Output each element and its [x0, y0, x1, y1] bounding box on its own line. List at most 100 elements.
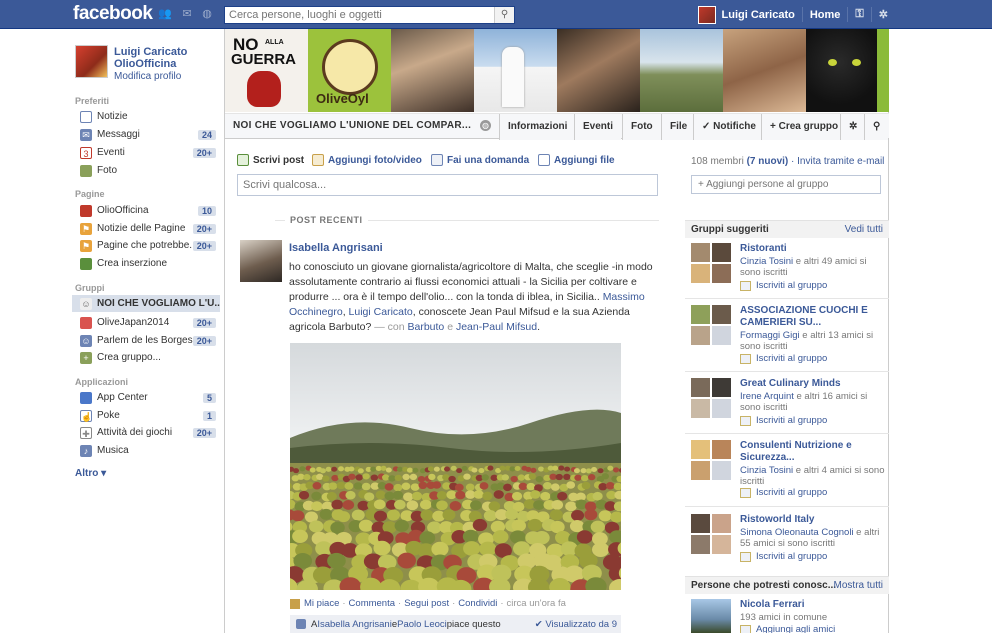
group-member-thumbs[interactable]: [691, 305, 731, 345]
suggested-group-name[interactable]: Ristoworld Italy: [740, 514, 885, 526]
group-search-icon[interactable]: ⚲: [864, 114, 889, 140]
cover-photo-oliveoyl[interactable]: OliveOyl: [308, 29, 391, 112]
suggested-group-name[interactable]: Consulenti Nutrizione e Sicurezza...: [740, 440, 885, 464]
search-icon[interactable]: ⚲: [494, 7, 514, 23]
user-avatar[interactable]: [697, 5, 716, 24]
notifications-globe-icon[interactable]: ◍: [200, 8, 214, 21]
sidebar-item-olioofficina[interactable]: OlioOfficina 10: [72, 202, 220, 219]
friend-link[interactable]: Cinzia Tosini: [740, 256, 793, 267]
cover-photo-no-war[interactable]: NO ALLA GUERRA: [225, 29, 308, 112]
sidebar-item-create-ad[interactable]: Crea inserzione: [72, 255, 220, 272]
create-group-button[interactable]: + Crea gruppo: [761, 114, 847, 140]
group-member-thumbs[interactable]: [691, 440, 731, 480]
like-link[interactable]: Mi piace: [304, 598, 339, 609]
liker-link[interactable]: Paolo Leoci: [397, 619, 447, 630]
invite-email-link[interactable]: · Invita tramite e-mail: [791, 156, 884, 167]
share-link[interactable]: Condividi: [458, 598, 497, 609]
members-count[interactable]: 108 membri: [691, 156, 744, 167]
cover-photo-olive-tree[interactable]: [640, 29, 723, 112]
sidebar-item-messages[interactable]: ✉ Messaggi 24: [72, 126, 220, 143]
profile-picture[interactable]: [75, 45, 108, 78]
sidebar-item-page-news[interactable]: ⚑ Notizie delle Pagine 20+: [72, 220, 220, 237]
cover-photo-woman-portrait[interactable]: [723, 29, 806, 112]
more-link[interactable]: Altro ▾: [75, 468, 106, 479]
tab-file[interactable]: File: [661, 114, 696, 140]
add-people-input[interactable]: [691, 175, 881, 194]
sidebar-item-photos[interactable]: Foto: [72, 162, 220, 179]
person-name[interactable]: Nicola Ferrari: [740, 599, 885, 611]
sidebar-item-music[interactable]: ♪ Musica: [72, 442, 220, 459]
sidebar-item-create-group[interactable]: + Crea gruppo...: [72, 349, 220, 366]
composer-input[interactable]: [237, 174, 658, 196]
comment-link[interactable]: Commenta: [349, 598, 395, 609]
join-group-button[interactable]: Iscriviti al gruppo: [740, 551, 827, 562]
friend-link[interactable]: Cinzia Tosini: [740, 465, 793, 476]
post-photo-olives[interactable]: [290, 343, 621, 590]
sidebar-item-current-group[interactable]: ☺ NOI CHE VOGLIAMO L'U...: [72, 295, 220, 312]
sidebar-item-parlem[interactable]: ☺ Parlem de les Borges... 20+: [72, 332, 220, 349]
group-member-thumbs[interactable]: [691, 378, 731, 418]
sidebar-item-poke[interactable]: ☝ Poke 1: [72, 407, 220, 424]
post-author-name[interactable]: Isabella Angrisani: [289, 242, 383, 254]
profile-name[interactable]: Luigi Caricato OlioOfficina: [114, 46, 224, 70]
see-all-groups-link[interactable]: Vedi tutti: [845, 224, 883, 235]
tab-informazioni[interactable]: Informazioni: [499, 114, 576, 140]
tab-eventi[interactable]: Eventi: [574, 114, 622, 140]
with-person-link[interactable]: Barbuto: [408, 321, 445, 333]
follow-post-link[interactable]: Segui post: [404, 598, 449, 609]
see-all-people-link[interactable]: Mostra tutti: [834, 580, 883, 591]
group-member-thumbs[interactable]: [691, 243, 731, 283]
group-settings-gear-icon[interactable]: ✲: [840, 114, 866, 140]
post-timestamp[interactable]: circa un'ora fa: [507, 598, 566, 609]
privacy-globe-icon[interactable]: ◍: [480, 120, 491, 131]
edit-profile-link[interactable]: Modifica profilo: [114, 71, 181, 82]
group-title[interactable]: NOI CHE VOGLIAMO L'UNIONE DEL COMPAR...: [233, 120, 471, 131]
join-group-button[interactable]: Iscriviti al gruppo: [740, 353, 827, 364]
with-person-link[interactable]: Jean-Paul Mifsud: [456, 321, 537, 333]
user-name-link[interactable]: Luigi Caricato: [722, 9, 795, 21]
join-group-button[interactable]: Iscriviti al gruppo: [740, 487, 827, 498]
facebook-logo[interactable]: facebook: [73, 3, 153, 25]
profile-name-line1[interactable]: Luigi Caricato: [114, 46, 224, 58]
cover-photo-woman-smile[interactable]: [557, 29, 640, 112]
post-author-avatar[interactable]: [240, 240, 282, 282]
sidebar-item-news[interactable]: Notizie: [72, 108, 220, 125]
notifications-button[interactable]: ✓ Notifiche: [693, 114, 764, 140]
friend-requests-icon[interactable]: 👥: [158, 8, 172, 21]
home-link[interactable]: Home: [810, 9, 841, 21]
cover-photo-chef[interactable]: [474, 29, 557, 112]
friend-link[interactable]: Irene Arquint: [740, 391, 794, 402]
suggested-group-name[interactable]: ASSOCIAZIONE CUOCHI E CAMERIERI SU...: [740, 305, 885, 329]
sidebar-item-events[interactable]: 3 Eventi 20+: [72, 144, 220, 161]
join-group-button[interactable]: Iscriviti al gruppo: [740, 415, 827, 426]
privacy-shortcuts-icon[interactable]: ⚿: [855, 8, 863, 21]
write-post-tab[interactable]: Scrivi post: [237, 154, 304, 166]
suggested-group-name[interactable]: Great Culinary Minds: [740, 378, 885, 390]
sidebar-item-app-center[interactable]: App Center 5: [72, 389, 220, 406]
add-friend-button[interactable]: Aggiungi agli amici: [740, 624, 835, 633]
cover-photo-woman-glasses[interactable]: [391, 29, 474, 112]
join-group-button[interactable]: Iscriviti al gruppo: [740, 280, 827, 291]
friend-link[interactable]: Formaggi Gigi: [740, 330, 800, 341]
add-file-tab[interactable]: Aggiungi file: [538, 154, 615, 166]
tab-foto[interactable]: Foto: [622, 114, 661, 140]
liker-link[interactable]: Isabella Angrisani: [317, 619, 391, 630]
seen-by-link[interactable]: ✔ Visualizzato da 9: [535, 619, 617, 630]
sidebar-item-olivejapan[interactable]: OliveJapan2014 20+: [72, 314, 220, 331]
search-input[interactable]: [225, 7, 495, 23]
new-members-link[interactable]: (7 nuovi): [747, 156, 789, 167]
sidebar-item-suggested-pages[interactable]: ⚑ Pagine che potrebbe... 20+: [72, 237, 220, 254]
friend-link[interactable]: Simona Oleonauta Cognoli: [740, 527, 854, 538]
ask-question-tab[interactable]: Fai una domanda: [431, 154, 529, 166]
sidebar-item-game-activity[interactable]: ✚ Attività dei giochi 20+: [72, 424, 220, 441]
person-photo[interactable]: [691, 599, 731, 633]
cover-photo-black-cat[interactable]: [806, 29, 889, 112]
messages-icon[interactable]: ✉: [180, 8, 194, 21]
settings-gear-icon[interactable]: ✲: [879, 8, 888, 21]
mutual-friends[interactable]: 193 amici in comune: [740, 612, 885, 623]
group-member-thumbs[interactable]: [691, 514, 731, 554]
add-photo-video-tab[interactable]: Aggiungi foto/video: [312, 154, 422, 166]
profile-name-line2[interactable]: OlioOfficina: [114, 58, 224, 70]
suggested-group-name[interactable]: Ristoranti: [740, 243, 885, 255]
tagged-person-link[interactable]: Luigi Caricato: [349, 306, 413, 318]
